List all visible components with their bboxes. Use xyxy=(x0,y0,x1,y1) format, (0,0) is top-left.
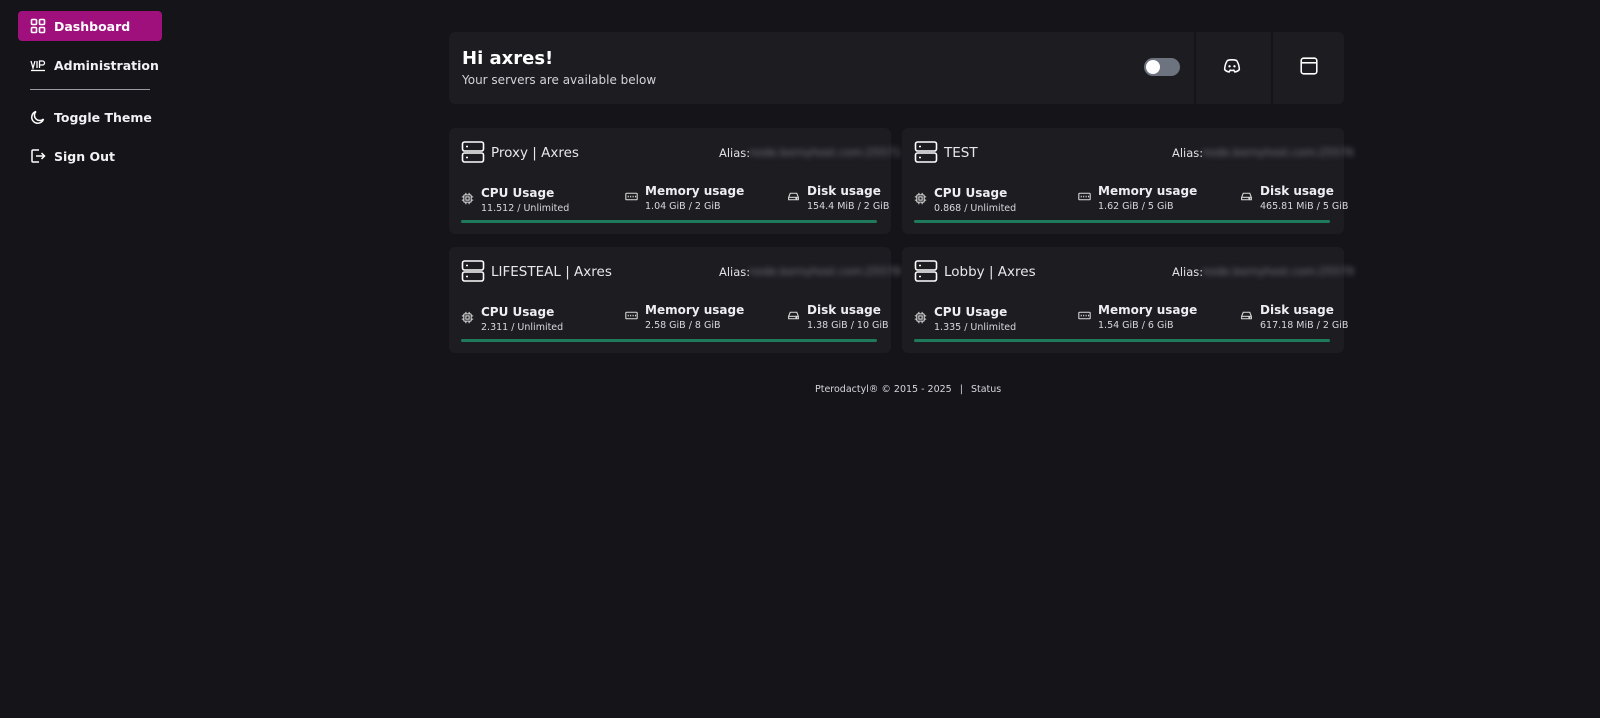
disk-value: 465.81 MiB / 5 GiB xyxy=(1260,201,1349,212)
alias-value: node.bornyhost.com:25576 xyxy=(1202,146,1354,159)
grid-icon xyxy=(30,18,46,34)
cpu-icon xyxy=(461,309,474,324)
disk-value: 154.4 MiB / 2 GiB xyxy=(807,201,890,212)
hard-drive-icon xyxy=(1240,188,1253,201)
server-icon xyxy=(914,259,938,283)
server-card[interactable]: TEST Alias: node.bornyhost.com:25576 CPU Us… xyxy=(902,128,1354,234)
sidebar-item-dashboard[interactable]: Dashboard xyxy=(18,11,162,41)
sidebar-item-label: Sign Out xyxy=(54,148,115,164)
memory-value: 1.62 GiB / 5 GiB xyxy=(1098,201,1174,212)
sidebar-item-label: Administration xyxy=(54,57,159,73)
copyright-text: Pterodactyl® © 2015 - 2025 xyxy=(815,384,952,395)
disk-label: Disk usage xyxy=(807,303,881,317)
memory-label: Memory usage xyxy=(645,303,745,317)
status-bar xyxy=(461,339,877,342)
memory-label: Memory usage xyxy=(1098,303,1198,317)
sidebar-item-administration[interactable]: Administration xyxy=(18,50,162,80)
disk-label: Disk usage xyxy=(807,184,881,198)
status-bar-fill xyxy=(461,220,877,223)
memory-label: Memory usage xyxy=(645,184,745,198)
cpu-label: CPU Usage xyxy=(481,186,555,200)
status-link[interactable]: Status xyxy=(971,384,1001,395)
alias-value: node.bornyhost.com:25571 xyxy=(749,146,901,159)
cpu-label: CPU Usage xyxy=(481,305,555,319)
sign-out-icon xyxy=(30,148,46,164)
server-card[interactable]: Proxy | Axres Alias: node.bornyhost.com:25… xyxy=(449,128,901,234)
memory-icon xyxy=(625,188,638,201)
cpu-icon xyxy=(461,190,474,205)
disk-value: 1.38 GiB / 10 GiB xyxy=(807,320,889,331)
server-icon xyxy=(461,140,485,164)
alias-value: node.bornyhost.com:25579 xyxy=(1202,265,1354,278)
hard-drive-icon xyxy=(787,188,800,201)
memory-icon xyxy=(1078,307,1091,320)
cpu-value: 11.512 / Unlimited xyxy=(481,203,570,214)
memory-value: 1.04 GiB / 2 GiB xyxy=(645,201,721,212)
sidebar: Dashboard Administration Toggle Theme Si… xyxy=(18,11,162,180)
sidebar-item-label: Toggle Theme xyxy=(54,109,152,125)
toggle-knob xyxy=(1146,60,1160,74)
server-card[interactable]: LIFESTEAL | Axres Alias: node.bornyhost.co… xyxy=(449,247,901,353)
memory-value: 1.54 GiB / 6 GiB xyxy=(1098,320,1174,331)
server-name: Proxy | Axres xyxy=(491,145,579,161)
alias-value: node.bornyhost.com:25578 xyxy=(749,265,901,278)
sidebar-item-label: Dashboard xyxy=(54,18,131,34)
server-icon xyxy=(914,140,938,164)
status-bar xyxy=(914,220,1330,223)
footer-separator: | xyxy=(959,384,963,395)
discord-button[interactable] xyxy=(1194,32,1268,104)
status-bar xyxy=(914,339,1330,342)
server-icon xyxy=(461,259,485,283)
server-card[interactable]: Lobby | Axres Alias: node.bornyhost.com:25… xyxy=(902,247,1354,353)
footer: Pterodactyl® © 2015 - 2025 | Status xyxy=(815,384,1001,395)
cpu-label: CPU Usage xyxy=(934,186,1008,200)
status-bar-fill xyxy=(914,220,1330,223)
status-bar-fill xyxy=(914,339,1330,342)
hard-drive-icon xyxy=(1240,307,1253,320)
discord-icon xyxy=(1221,55,1243,81)
page-title: Hi axres! xyxy=(462,48,554,69)
welcome-header: Hi axres! Your servers are available bel… xyxy=(449,32,1344,104)
server-name: TEST xyxy=(944,145,978,161)
sidebar-item-toggle-theme[interactable]: Toggle Theme xyxy=(18,102,162,132)
alias-label: Alias: xyxy=(1172,265,1204,279)
show-all-servers-toggle[interactable] xyxy=(1144,58,1180,76)
hard-drive-icon xyxy=(787,307,800,320)
disk-label: Disk usage xyxy=(1260,184,1334,198)
sidebar-item-sign-out[interactable]: Sign Out xyxy=(18,141,162,171)
memory-value: 2.58 GiB / 8 GiB xyxy=(645,320,721,331)
browser-window-icon xyxy=(1298,55,1320,81)
cpu-value: 0.868 / Unlimited xyxy=(934,203,1017,214)
cpu-icon xyxy=(914,190,927,205)
alias-label: Alias: xyxy=(719,265,751,279)
open-panel-button[interactable] xyxy=(1271,32,1345,104)
cpu-label: CPU Usage xyxy=(934,305,1008,319)
memory-icon xyxy=(625,307,638,320)
memory-icon xyxy=(1078,188,1091,201)
status-bar-fill xyxy=(461,339,877,342)
server-name: Lobby | Axres xyxy=(944,264,1036,280)
cpu-value: 2.311 / Unlimited xyxy=(481,322,564,333)
alias-label: Alias: xyxy=(719,146,751,160)
disk-value: 617.18 MiB / 2 GiB xyxy=(1260,320,1349,331)
server-name: LIFESTEAL | Axres xyxy=(491,264,612,280)
sidebar-divider xyxy=(30,89,150,90)
page-subtitle: Your servers are available below xyxy=(462,73,657,87)
cpu-icon xyxy=(914,309,927,324)
moon-icon xyxy=(30,109,46,125)
memory-label: Memory usage xyxy=(1098,184,1198,198)
vip-icon xyxy=(30,57,46,73)
alias-label: Alias: xyxy=(1172,146,1204,160)
cpu-value: 1.335 / Unlimited xyxy=(934,322,1017,333)
status-bar xyxy=(461,220,877,223)
disk-label: Disk usage xyxy=(1260,303,1334,317)
